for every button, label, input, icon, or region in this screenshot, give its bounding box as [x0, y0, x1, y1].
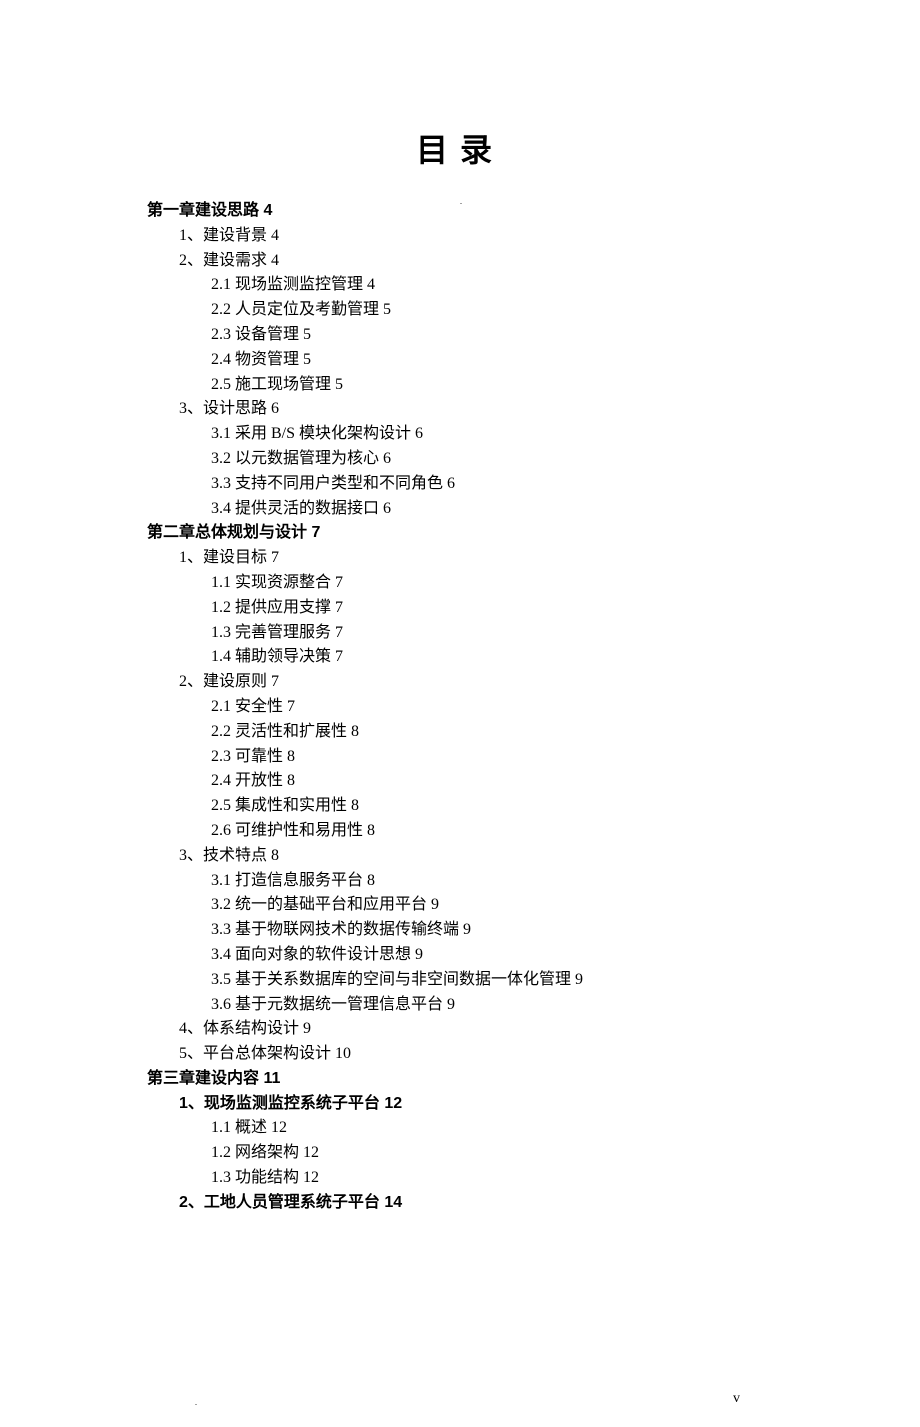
toc-entry: 3、设计思路 6	[179, 397, 920, 422]
toc-entry: 2.1 安全性 7	[211, 695, 920, 720]
toc-entry: 1、现场监测监控系统子平台 12	[179, 1092, 920, 1117]
toc-entry: 2、建设原则 7	[179, 670, 920, 695]
toc-entry: 5、平台总体架构设计 10	[179, 1042, 920, 1067]
decorative-dot-top: .	[460, 197, 462, 206]
decorative-dot-bottom: .	[195, 1398, 197, 1407]
toc-entry: 2.2 灵活性和扩展性 8	[211, 720, 920, 745]
toc-entry: 1.4 辅助领导决策 7	[211, 645, 920, 670]
toc-entry: 2.3 可靠性 8	[211, 745, 920, 770]
toc-entry: 2、建设需求 4	[179, 249, 920, 274]
toc-entry: 3.3 支持不同用户类型和不同角色 6	[211, 472, 920, 497]
toc-entry: 3.1 打造信息服务平台 8	[211, 869, 920, 894]
toc-entry: 第一章建设思路 4	[147, 199, 920, 224]
table-of-contents: 第一章建设思路 41、建设背景 42、建设需求 42.1 现场监测监控管理 42…	[147, 199, 920, 1216]
toc-entry: 1、建设背景 4	[179, 224, 920, 249]
toc-entry: 2.5 集成性和实用性 8	[211, 794, 920, 819]
toc-entry: 2.6 可维护性和易用性 8	[211, 819, 920, 844]
toc-entry: 2.4 物资管理 5	[211, 348, 920, 373]
toc-entry: 4、体系结构设计 9	[179, 1017, 920, 1042]
toc-entry: 3.2 统一的基础平台和应用平台 9	[211, 893, 920, 918]
toc-entry: 1.1 实现资源整合 7	[211, 571, 920, 596]
toc-entry: 3.3 基于物联网技术的数据传输终端 9	[211, 918, 920, 943]
toc-entry: 1.1 概述 12	[211, 1116, 920, 1141]
toc-entry: 3、技术特点 8	[179, 844, 920, 869]
toc-entry: 2.4 开放性 8	[211, 769, 920, 794]
toc-entry: 3.1 采用 B/S 模块化架构设计 6	[211, 422, 920, 447]
toc-entry: 3.4 面向对象的软件设计思想 9	[211, 943, 920, 968]
toc-entry: 3.2 以元数据管理为核心 6	[211, 447, 920, 472]
toc-entry: 第三章建设内容 11	[147, 1067, 920, 1092]
toc-entry: 2、工地人员管理系统子平台 14	[179, 1191, 920, 1216]
toc-entry: 2.2 人员定位及考勤管理 5	[211, 298, 920, 323]
toc-entry: 3.4 提供灵活的数据接口 6	[211, 497, 920, 522]
toc-entry: 2.1 现场监测监控管理 4	[211, 273, 920, 298]
toc-entry: 3.5 基于关系数据库的空间与非空间数据一体化管理 9	[211, 968, 920, 993]
page-footer: v	[733, 1391, 740, 1407]
toc-entry: 3.6 基于元数据统一管理信息平台 9	[211, 993, 920, 1018]
toc-entry: 第二章总体规划与设计 7	[147, 521, 920, 546]
toc-entry: 1.2 网络架构 12	[211, 1141, 920, 1166]
toc-entry: 1.2 提供应用支撑 7	[211, 596, 920, 621]
toc-entry: 1、建设目标 7	[179, 546, 920, 571]
toc-entry: 2.3 设备管理 5	[211, 323, 920, 348]
toc-entry: 2.5 施工现场管理 5	[211, 373, 920, 398]
page-title: 目录	[0, 125, 920, 171]
toc-entry: 1.3 功能结构 12	[211, 1166, 920, 1191]
toc-entry: 1.3 完善管理服务 7	[211, 621, 920, 646]
